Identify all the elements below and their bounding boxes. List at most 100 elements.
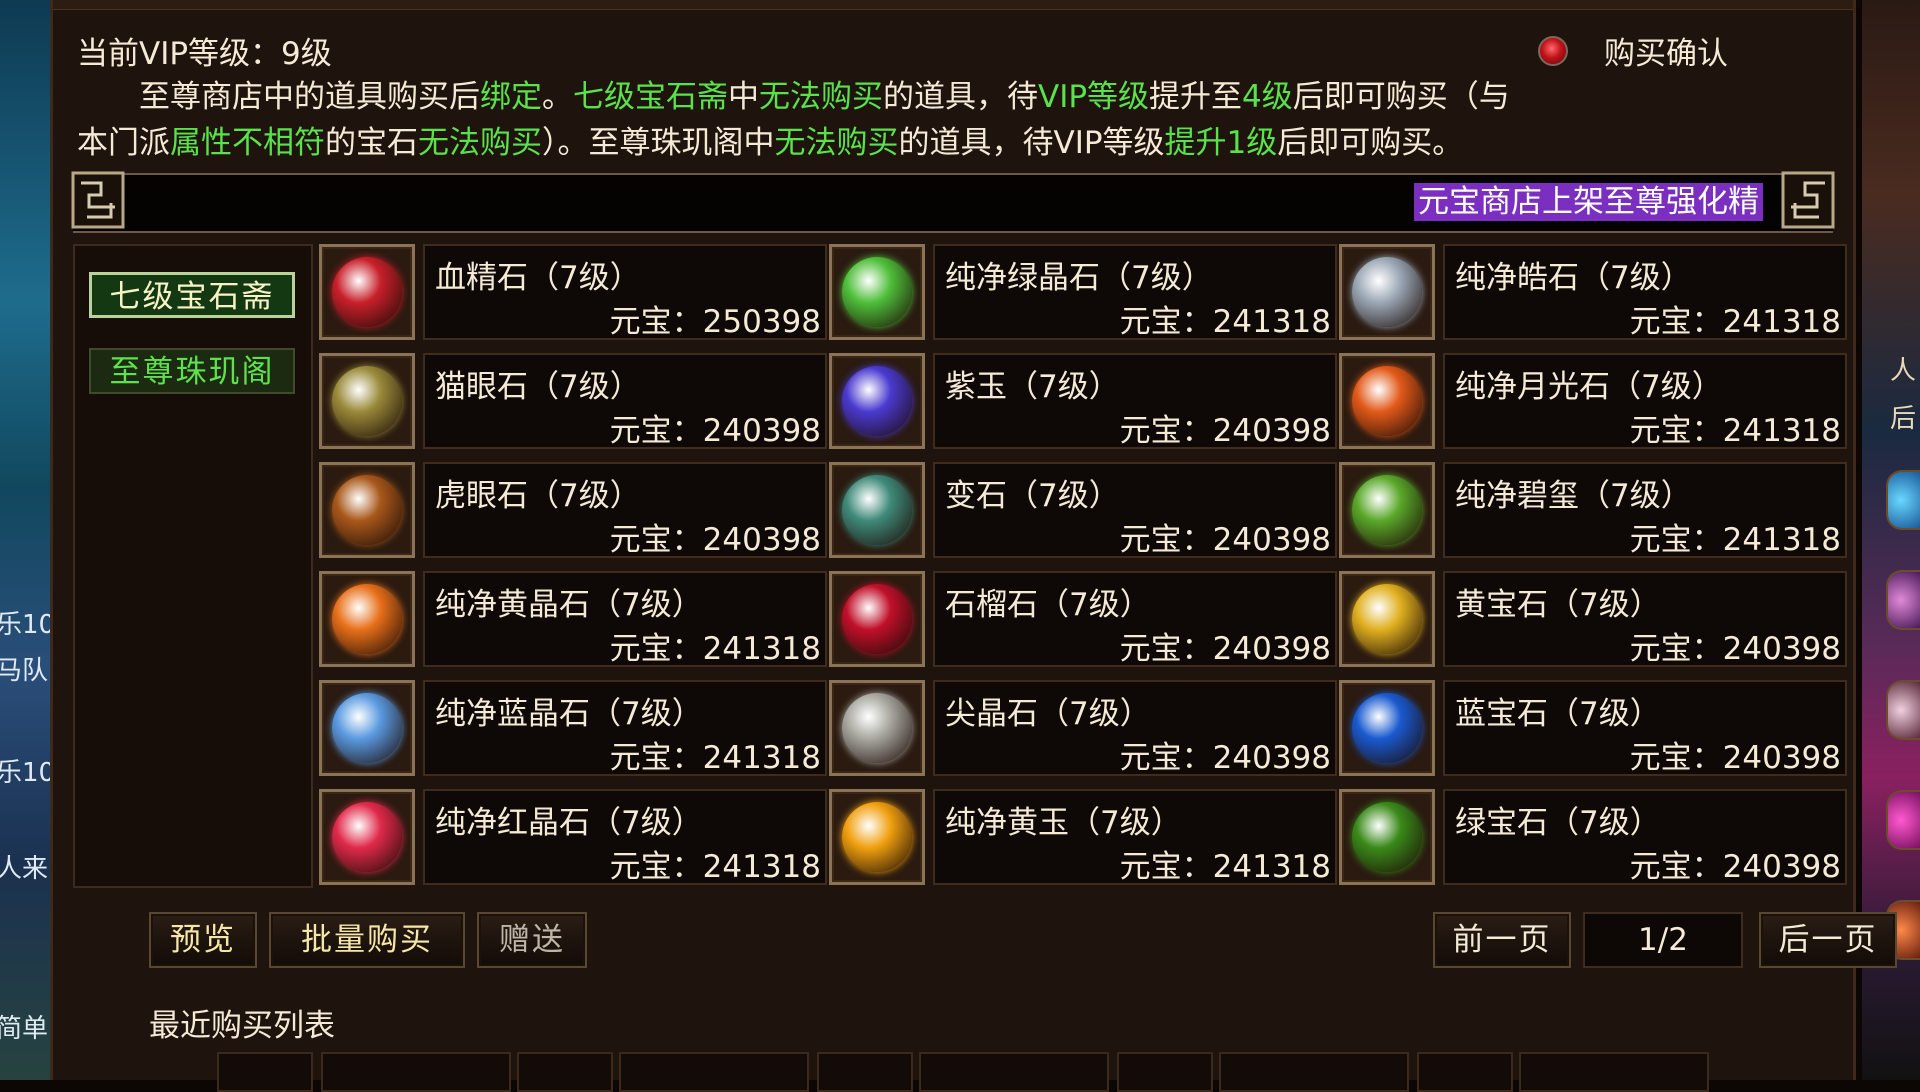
shop-item-card[interactable]: 蓝宝石（7级） 元宝：240398 [1335,680,1847,780]
item-icon-frame[interactable] [319,571,415,667]
item-icon-frame[interactable] [319,789,415,885]
item-icon-frame[interactable] [319,680,415,776]
preview-button[interactable]: 预览 [149,912,257,968]
tab-seventh-gem-shop[interactable]: 七级宝石斋 [89,272,295,318]
shop-item-card[interactable]: 石榴石（7级） 元宝：240398 [825,571,1337,671]
notice-highlight: 无法购买 [774,125,899,161]
recent-slot[interactable] [919,1052,1109,1092]
side-skill-orb-icon[interactable] [1886,470,1920,530]
shop-item-card[interactable]: 纯净黄晶石（7级） 元宝：241318 [315,571,827,671]
shop-item-card[interactable]: 紫玉（7级） 元宝：240398 [825,353,1337,453]
item-icon-frame[interactable] [829,244,925,340]
notice-highlight: 提升1级 [1164,125,1278,161]
item-price: 元宝：241318 [1629,413,1841,449]
bulk-buy-button[interactable]: 批量购买 [269,912,465,968]
recent-slot[interactable] [619,1052,809,1092]
recent-slot[interactable] [321,1052,511,1092]
recent-slot[interactable] [817,1052,913,1092]
tab-supreme-pearl-pavilion[interactable]: 至尊珠玑阁 [89,348,295,394]
item-info-panel[interactable]: 纯净绿晶石（7级） 元宝：241318 [933,244,1337,340]
item-name: 猫眼石（7级） [435,369,641,405]
item-info-panel[interactable]: 纯净黄玉（7级） 元宝：241318 [933,789,1337,885]
blood-stone-icon [332,257,402,327]
yellow-crystal-icon [332,584,402,654]
item-icon-frame[interactable] [829,462,925,558]
shop-item-card[interactable]: 血精石（7级） 元宝：250398 [315,244,827,344]
garnet-icon [842,584,912,654]
item-info-panel[interactable]: 黄宝石（7级） 元宝：240398 [1443,571,1847,667]
recent-slot[interactable] [1219,1052,1409,1092]
item-info-panel[interactable]: 猫眼石（7级） 元宝：240398 [423,353,827,449]
shop-item-card[interactable]: 猫眼石（7级） 元宝：240398 [315,353,827,453]
item-icon-frame[interactable] [1339,462,1435,558]
item-icon-frame[interactable] [319,462,415,558]
shop-item-card[interactable]: 尖晶石（7级） 元宝：240398 [825,680,1337,780]
item-info-panel[interactable]: 变石（7级） 元宝：240398 [933,462,1337,558]
shop-item-card[interactable]: 纯净蓝晶石（7级） 元宝：241318 [315,680,827,780]
prev-page-button[interactable]: 前一页 [1433,912,1571,968]
recent-slot[interactable] [517,1052,613,1092]
item-info-panel[interactable]: 纯净黄晶石（7级） 元宝：241318 [423,571,827,667]
recent-slot[interactable] [1417,1052,1513,1092]
side-skill-orb-icon[interactable] [1886,790,1920,850]
recent-slot[interactable] [1117,1052,1213,1092]
item-info-panel[interactable]: 纯净蓝晶石（7级） 元宝：241318 [423,680,827,776]
shop-item-card[interactable]: 绿宝石（7级） 元宝：240398 [1335,789,1847,889]
item-name: 黄宝石（7级） [1455,587,1661,623]
item-icon-frame[interactable] [829,789,925,885]
item-icon-frame[interactable] [1339,680,1435,776]
item-name: 纯净碧玺（7级） [1455,478,1692,514]
item-info-panel[interactable]: 紫玉（7级） 元宝：240398 [933,353,1337,449]
category-sidebar: 七级宝石斋 至尊珠玑阁 [73,244,313,888]
shop-item-card[interactable]: 纯净绿晶石（7级） 元宝：241318 [825,244,1337,344]
ornament-knot-icon [1781,171,1835,229]
shop-item-card[interactable]: 纯净红晶石（7级） 元宝：241318 [315,789,827,889]
side-skill-orb-icon[interactable] [1886,680,1920,740]
purchase-confirm-toggle[interactable]: 购买确认 [1538,28,1728,73]
item-icon-frame[interactable] [829,571,925,667]
shop-item-card[interactable]: 纯净月光石（7级） 元宝：241318 [1335,353,1847,453]
item-name: 血精石（7级） [435,260,641,296]
item-info-panel[interactable]: 虎眼石（7级） 元宝：240398 [423,462,827,558]
shop-item-card[interactable]: 变石（7级） 元宝：240398 [825,462,1337,562]
item-price: 元宝：250398 [609,304,821,340]
next-page-button[interactable]: 后一页 [1759,912,1897,968]
item-icon-frame[interactable] [829,353,925,449]
item-price: 元宝：241318 [609,631,821,667]
item-info-panel[interactable]: 血精石（7级） 元宝：250398 [423,244,827,340]
item-info-panel[interactable]: 纯净碧玺（7级） 元宝：241318 [1443,462,1847,558]
item-price: 元宝：240398 [1119,631,1331,667]
recent-slot[interactable] [1519,1052,1709,1092]
item-icon-frame[interactable] [829,680,925,776]
marquee-text: 元宝商店上架至尊强化精 [1414,183,1763,221]
item-name: 纯净蓝晶石（7级） [435,696,703,732]
item-info-panel[interactable]: 纯净红晶石（7级） 元宝：241318 [423,789,827,885]
shop-item-card[interactable]: 虎眼石（7级） 元宝：240398 [315,462,827,562]
item-info-panel[interactable]: 绿宝石（7级） 元宝：240398 [1443,789,1847,885]
confirm-radio-icon[interactable] [1538,35,1568,66]
item-icon-frame[interactable] [319,353,415,449]
item-icon-frame[interactable] [1339,244,1435,340]
shop-item-card[interactable]: 纯净黄玉（7级） 元宝：241318 [825,789,1337,889]
item-icon-frame[interactable] [1339,571,1435,667]
shop-item-card[interactable]: 纯净碧玺（7级） 元宝：241318 [1335,462,1847,562]
item-info-panel[interactable]: 蓝宝石（7级） 元宝：240398 [1443,680,1847,776]
item-info-panel[interactable]: 尖晶石（7级） 元宝：240398 [933,680,1337,776]
notice-text: 后即可购买。 [1277,125,1464,161]
tiger-eye-icon [332,475,402,545]
item-icon-frame[interactable] [319,244,415,340]
item-info-panel[interactable]: 纯净皓石（7级） 元宝：241318 [1443,244,1847,340]
side-skill-orb-icon[interactable] [1886,570,1920,630]
gift-button[interactable]: 赠送 [477,912,587,968]
ornament-knot-icon [71,171,125,229]
item-info-panel[interactable]: 纯净月光石（7级） 元宝：241318 [1443,353,1847,449]
shop-item-card[interactable]: 黄宝石（7级） 元宝：240398 [1335,571,1847,671]
item-icon-frame[interactable] [1339,789,1435,885]
scene-text-2: 马队 [0,656,49,686]
item-price: 元宝：241318 [1119,304,1331,340]
recent-slot[interactable] [217,1052,313,1092]
item-name: 纯净皓石（7级） [1455,260,1692,296]
shop-item-card[interactable]: 纯净皓石（7级） 元宝：241318 [1335,244,1847,344]
item-icon-frame[interactable] [1339,353,1435,449]
item-info-panel[interactable]: 石榴石（7级） 元宝：240398 [933,571,1337,667]
